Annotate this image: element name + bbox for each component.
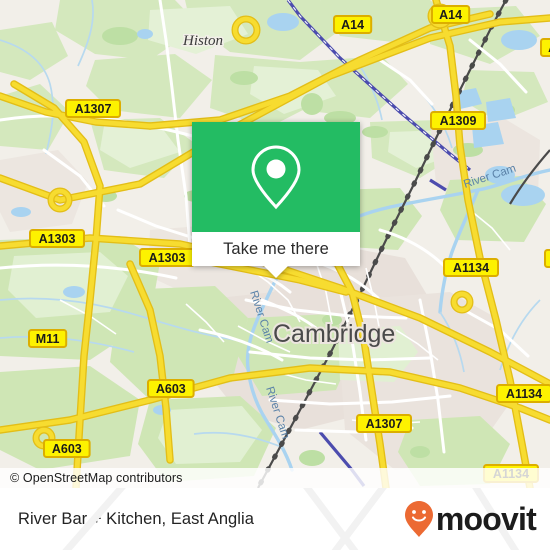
road-shield-label: A1307 <box>75 102 112 116</box>
road-shield-a1134-11: A1134 <box>496 384 550 403</box>
road-shield-a1307-13: A1307 <box>356 414 412 433</box>
road-shield-label: A1303 <box>149 251 186 265</box>
road-shield-label: A603 <box>52 442 82 456</box>
take-me-there-button[interactable]: Take me there <box>192 232 360 278</box>
footer-bar: River Bar + Kitchen, East Anglia moovit <box>0 488 550 550</box>
attribution-text: © OpenStreetMap contributors <box>10 471 183 485</box>
map-attribution-bar: © OpenStreetMap contributors <box>0 468 550 488</box>
road-shield-a1303-5: A1303 <box>29 229 85 248</box>
road-shield-label: A1307 <box>366 417 403 431</box>
road-shield-m11-9: M11 <box>28 329 68 348</box>
road-shield-a1309-4: A1309 <box>430 111 486 130</box>
road-shield-label: A1303 <box>39 232 76 246</box>
moovit-pin-smiley-icon <box>404 501 433 537</box>
place-title: River Bar + Kitchen, East Anglia <box>18 509 254 528</box>
map-pin-icon <box>251 145 301 210</box>
road-shield-a1307-3: A1307 <box>65 99 121 118</box>
road-shield-a1134-8: A1134 <box>544 249 550 268</box>
road-shield-label: A603 <box>156 382 186 396</box>
road-shield-label: A14 <box>341 18 364 32</box>
moovit-wordmark: moovit <box>435 501 537 537</box>
road-shield-label: A1134 <box>453 261 489 275</box>
moovit-logo[interactable]: moovit <box>404 500 537 538</box>
road-shield-a14-0: A14 <box>333 15 373 34</box>
road-shield-a603-12: A603 <box>43 439 91 458</box>
moovit-map-screenshot: Histon Cambridge River Cam River Cam Riv… <box>0 0 550 550</box>
road-shield-a1134-7: A1134 <box>443 258 499 277</box>
road-shield-a1303-6: A1303 <box>139 248 195 267</box>
popup-image-panel <box>192 122 360 232</box>
popup-pointer-tail <box>263 265 289 278</box>
road-shield-a14-1: A14 <box>431 5 471 24</box>
road-shield-a603-10: A603 <box>147 379 195 398</box>
take-me-there-label: Take me there <box>223 239 329 258</box>
road-shield-label: M11 <box>36 332 60 346</box>
road-shield-label: A14 <box>439 8 462 22</box>
road-shield-label: A1309 <box>440 114 477 128</box>
map-popup-card[interactable]: Take me there <box>192 122 360 278</box>
road-shield-a14-2: A14 <box>540 38 550 57</box>
road-shield-label: A1134 <box>506 387 542 401</box>
